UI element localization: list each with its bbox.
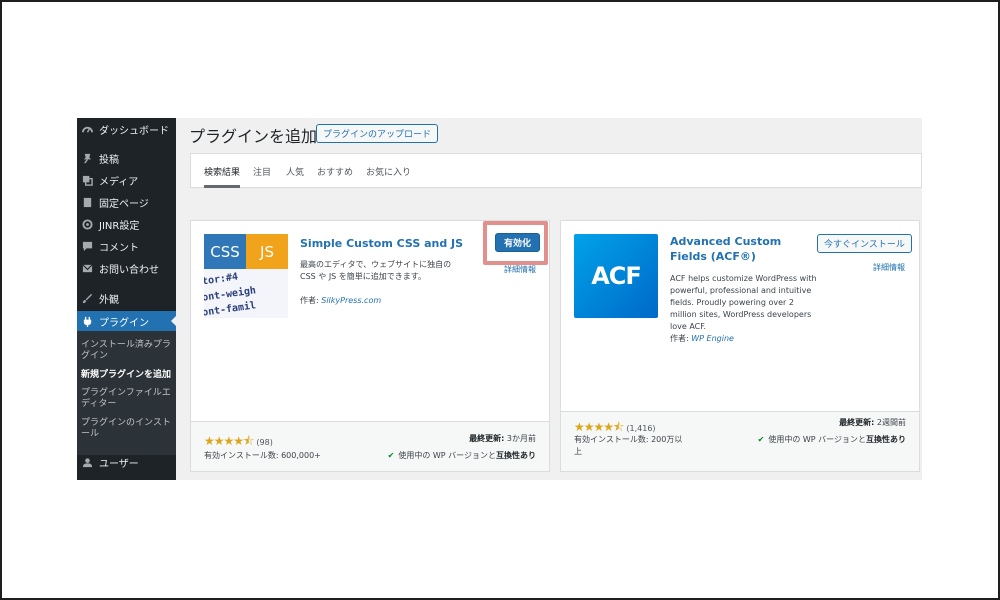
plugin-author: 作者: SilkyPress.com xyxy=(300,295,381,306)
media-icon xyxy=(81,174,93,186)
last-updated-value: 3か月前 xyxy=(506,434,536,443)
plugin-author: 作者: WP Engine xyxy=(670,333,734,344)
sidebar-item-pages[interactable]: 固定ページ xyxy=(77,192,176,212)
plugin-thumbnail[interactable]: ACF xyxy=(574,234,658,318)
last-updated: 最終更新: 3か月前 xyxy=(469,433,536,445)
plugin-name[interactable]: Advanced Custom Fields (ACF®) xyxy=(670,234,810,264)
author-label: 作者: xyxy=(670,334,689,343)
plugin-thumbnail[interactable]: CSS JS tor:#4 ont-weigh ont-famil xyxy=(204,234,288,318)
plugin-card-footer: ★★★★⯪ (98) 有効インストール数: 600,000+ 最終更新: 3か月前… xyxy=(191,421,549,471)
checkmark-icon: ✔ xyxy=(387,451,395,460)
sidebar-item-label: ユーザー xyxy=(99,458,139,470)
wp-admin-screen: ダッシュボード 投稿 メディア 固定ページ JINR設定 コメント お問い合わせ… xyxy=(77,118,922,480)
submenu-item-plugin-install[interactable]: プラグインのインストール xyxy=(81,418,173,440)
user-icon xyxy=(81,456,93,468)
submenu-item-installed-plugins[interactable]: インストール済みプラグイン xyxy=(81,340,173,362)
plugin-description: ACF helps customize WordPress with power… xyxy=(670,274,817,331)
page-title: プラグインを追加 xyxy=(189,127,318,146)
sidebar-item-label: ダッシュボード xyxy=(99,125,169,137)
author-label: 作者: xyxy=(300,296,319,305)
thumb-code-line: ont-famil xyxy=(204,300,257,318)
thumb-js-label: JS xyxy=(246,234,288,269)
sidebar-item-contact[interactable]: お問い合わせ xyxy=(77,258,176,278)
current-menu-arrow xyxy=(171,315,176,327)
rating-count[interactable]: (98) xyxy=(256,438,272,447)
plugins-submenu: インストール済みプラグイン 新規プラグインを追加 プラグインファイルエディター … xyxy=(77,331,176,455)
rating-count[interactable]: (1,416) xyxy=(626,424,655,433)
plugin-card-simple-custom-css-js: CSS JS tor:#4 ont-weigh ont-famil Simple… xyxy=(190,220,550,472)
last-updated-label: 最終更新: xyxy=(839,418,875,427)
pin-icon xyxy=(81,152,93,164)
sidebar-item-plugins[interactable]: プラグイン xyxy=(77,311,176,331)
dashboard-icon xyxy=(81,123,93,135)
sidebar-item-appearance[interactable]: 外観 xyxy=(77,288,176,308)
active-installs: 有効インストール数: 200万以上 xyxy=(574,435,683,456)
install-now-button[interactable]: 今すぐインストール xyxy=(817,234,912,253)
last-updated: 最終更新: 2週間前 xyxy=(839,417,906,429)
sidebar-item-jinr-settings[interactable]: JINR設定 xyxy=(77,214,176,234)
acf-logo: ACF xyxy=(591,262,642,290)
plugin-card-footer: ★★★★⯪ (1,416) 有効インストール数: 200万以上 最終更新: 2週間… xyxy=(561,411,919,471)
sidebar-item-comments[interactable]: コメント xyxy=(77,236,176,256)
sidebar-item-label: 投稿 xyxy=(99,154,119,166)
submenu-item-add-new-plugin[interactable]: 新規プラグインを追加 xyxy=(81,370,173,381)
compatibility: ✔ 使用中の WP バージョンと互換性あり xyxy=(388,450,536,462)
star-rating-stars: ★★★★⯪ xyxy=(574,420,624,434)
thumb-code-line: tor:#4 xyxy=(204,271,239,288)
plugin-filter-bar: 検索結果 注目 人気 おすすめ お気に入り xyxy=(190,153,922,188)
sidebar-item-posts[interactable]: 投稿 xyxy=(77,148,176,168)
sidebar-item-label: JINR設定 xyxy=(99,220,140,232)
last-updated-label: 最終更新: xyxy=(469,434,505,443)
sidebar-item-dashboard[interactable]: ダッシュボード xyxy=(77,119,176,139)
compat-strong: 互換性あり xyxy=(866,435,906,444)
submenu-item-plugin-file-editor[interactable]: プラグインファイルエディター xyxy=(81,388,173,410)
compat-text: 使用中の WP バージョンと xyxy=(398,451,496,460)
author-link[interactable]: WP Engine xyxy=(691,334,734,343)
sidebar-item-label: プラグイン xyxy=(99,317,149,329)
sidebar-item-label: コメント xyxy=(99,242,139,254)
plugin-icon xyxy=(81,315,93,327)
more-details-link[interactable]: 詳細情報 xyxy=(873,262,905,273)
tab-search-results[interactable]: 検索結果 xyxy=(204,165,240,178)
sidebar-item-users[interactable]: ユーザー xyxy=(77,452,176,472)
sidebar-item-label: 固定ページ xyxy=(99,198,149,210)
tab-current-indicator xyxy=(204,185,240,188)
checkmark-icon: ✔ xyxy=(757,435,765,444)
compat-strong: 互換性あり xyxy=(496,451,536,460)
compat-text: 使用中の WP バージョンと xyxy=(768,435,866,444)
mail-icon xyxy=(81,262,93,274)
sidebar-item-label: お問い合わせ xyxy=(99,264,159,276)
tab-featured[interactable]: 注目 xyxy=(253,165,271,178)
active-installs: 有効インストール数: 600,000+ xyxy=(204,451,321,460)
sidebar-item-label: 外観 xyxy=(99,294,119,306)
page-icon xyxy=(81,196,93,208)
upload-plugin-button[interactable]: プラグインのアップロード xyxy=(316,124,439,143)
compatibility: ✔ 使用中の WP バージョンと互換性あり xyxy=(758,434,906,446)
comment-icon xyxy=(81,240,93,252)
sidebar-item-media[interactable]: メディア xyxy=(77,170,176,190)
brush-icon xyxy=(81,292,93,304)
sidebar-item-label: メディア xyxy=(99,176,139,188)
settings-icon xyxy=(81,218,93,230)
thumb-css-label: CSS xyxy=(204,234,246,269)
plugin-name[interactable]: Simple Custom CSS and JS xyxy=(300,236,480,251)
last-updated-value: 2週間前 xyxy=(876,418,906,427)
tab-favorites[interactable]: お気に入り xyxy=(366,165,411,178)
tab-recommended[interactable]: おすすめ xyxy=(317,165,353,178)
more-details-link[interactable]: 詳細情報 xyxy=(504,264,536,275)
plugin-description: 最高のエディタで、ウェブサイトに独自の CSS や JS を簡単に追加できます。 xyxy=(300,260,452,281)
author-link[interactable]: SilkyPress.com xyxy=(321,296,381,305)
activate-button[interactable]: 有効化 xyxy=(495,233,541,252)
star-rating-stars: ★★★★⯪ xyxy=(204,434,254,448)
admin-sidebar: ダッシュボード 投稿 メディア 固定ページ JINR設定 コメント お問い合わせ… xyxy=(77,118,176,480)
plugin-card-acf: ACF Advanced Custom Fields (ACF®) 今すぐインス… xyxy=(560,220,920,472)
tab-popular[interactable]: 人気 xyxy=(286,165,304,178)
